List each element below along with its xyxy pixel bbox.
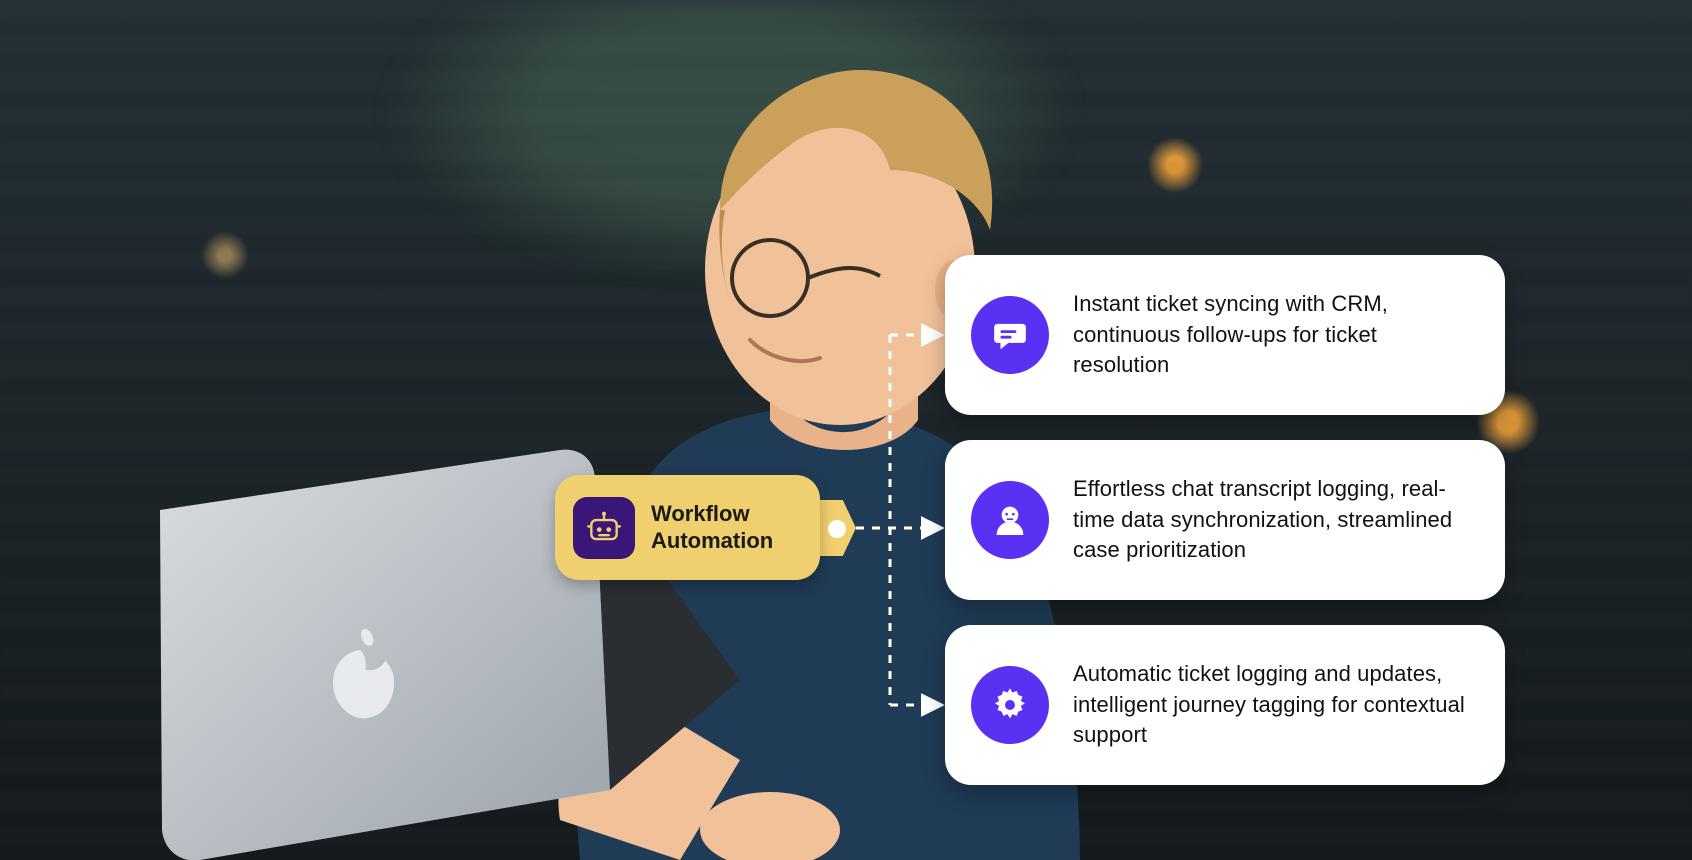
feature-card-auto-logging: Automatic ticket logging and updates, in…: [945, 625, 1505, 785]
feature-card-crm-sync: Instant ticket syncing with CRM, continu…: [945, 255, 1505, 415]
person-icon: [971, 481, 1049, 559]
feature-text: Effortless chat transcript logging, real…: [1073, 474, 1475, 565]
gear-icon: [971, 666, 1049, 744]
robot-icon: [573, 497, 635, 559]
workflow-diagram: Workflow Automation Instant ticket synci…: [0, 0, 1692, 860]
workflow-automation-chip: Workflow Automation: [555, 475, 820, 580]
feature-text: Automatic ticket logging and updates, in…: [1073, 659, 1475, 750]
connector-origin-dot: [828, 520, 846, 538]
chat-icon: [971, 296, 1049, 374]
chip-label: Workflow Automation: [651, 501, 773, 554]
hero-image: Workflow Automation Instant ticket synci…: [0, 0, 1692, 860]
feature-text: Instant ticket syncing with CRM, continu…: [1073, 289, 1475, 380]
feature-card-transcript-logging: Effortless chat transcript logging, real…: [945, 440, 1505, 600]
